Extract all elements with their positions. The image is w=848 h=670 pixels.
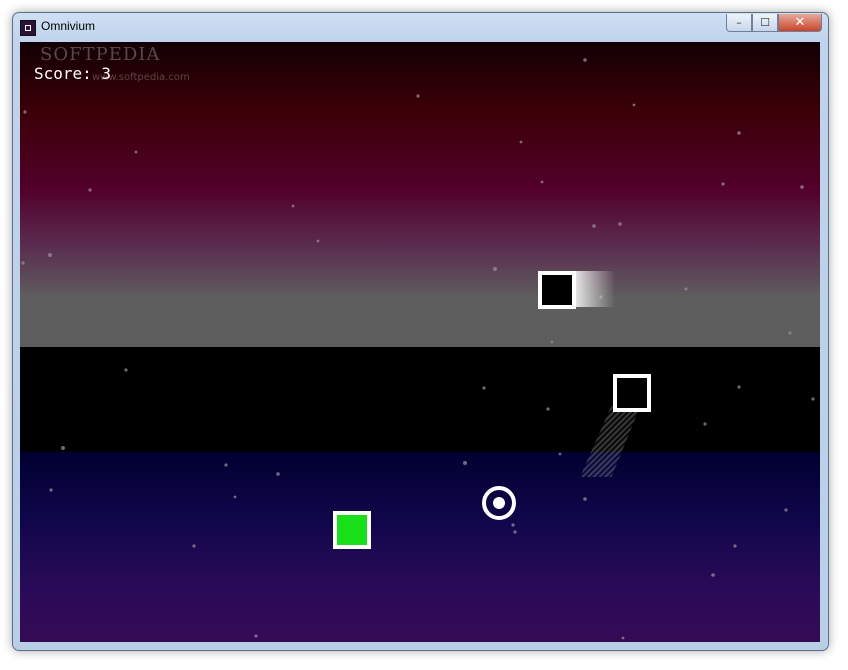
enemy-block — [613, 374, 651, 412]
star — [48, 253, 52, 257]
star — [546, 407, 550, 411]
star — [540, 180, 544, 184]
star — [61, 446, 65, 450]
star — [134, 150, 138, 154]
app-window: Omnivium – ☐ ✕ SOFTPEDIA www.softpedia.c… — [12, 12, 829, 651]
minimize-button[interactable]: – — [726, 14, 752, 32]
title-bar[interactable]: Omnivium – ☐ ✕ — [13, 13, 828, 41]
omnivium-app-icon[interactable] — [20, 20, 36, 36]
star — [254, 634, 258, 638]
star — [703, 422, 707, 426]
star — [800, 185, 804, 189]
star — [811, 397, 815, 401]
close-button[interactable]: ✕ — [778, 14, 822, 32]
star — [737, 131, 741, 135]
star — [618, 222, 622, 226]
star — [788, 331, 792, 335]
star — [224, 463, 228, 467]
star — [493, 267, 497, 271]
star — [519, 140, 523, 144]
player-block[interactable] — [333, 511, 371, 549]
star — [316, 239, 320, 243]
star — [550, 340, 554, 344]
star — [276, 472, 280, 476]
star — [21, 261, 25, 265]
star — [784, 508, 788, 512]
star — [558, 452, 562, 456]
star — [482, 386, 486, 390]
star — [684, 287, 688, 291]
star — [416, 94, 420, 98]
star — [49, 488, 53, 492]
score-display: Score: 3 — [34, 64, 112, 83]
star — [621, 636, 625, 640]
star — [513, 530, 517, 534]
enemy-motion-trail — [575, 271, 615, 307]
star — [583, 58, 587, 62]
star — [88, 188, 92, 192]
enemy-block — [538, 271, 576, 309]
star — [192, 544, 196, 548]
target-center-dot — [493, 497, 505, 509]
softpedia-watermark: SOFTPEDIA — [40, 44, 161, 65]
maximize-button[interactable]: ☐ — [752, 14, 778, 32]
star — [463, 461, 467, 465]
window-controls: – ☐ ✕ — [726, 14, 822, 32]
star — [733, 544, 737, 548]
star — [721, 182, 725, 186]
star — [583, 497, 587, 501]
starfield — [21, 58, 815, 640]
window-title: Omnivium — [41, 19, 96, 33]
star — [23, 110, 27, 114]
star — [737, 385, 741, 389]
star — [233, 495, 237, 499]
star — [711, 573, 715, 577]
star — [124, 368, 128, 372]
star — [511, 523, 515, 527]
star — [291, 204, 295, 208]
game-canvas[interactable]: SOFTPEDIA www.softpedia.com Score: 3 — [20, 42, 820, 642]
star — [632, 103, 636, 107]
star — [592, 224, 596, 228]
